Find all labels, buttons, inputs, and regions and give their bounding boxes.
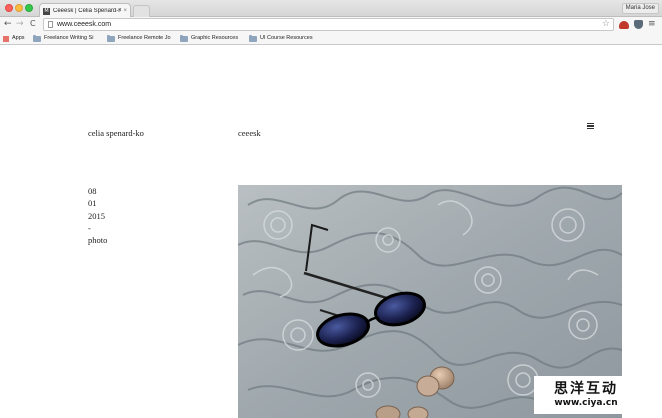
bookmark-ui-course-resources[interactable]: UI Course Resources	[249, 34, 313, 43]
browser-tab-active[interactable]: M Ceeesk | Celia Spenard-Ko ×	[39, 3, 131, 18]
bookmark-label: Freelance Remote Jo	[118, 35, 171, 41]
bookmark-freelance-writing[interactable]: Freelance Writing Si	[33, 34, 93, 43]
bookmark-freelance-remote[interactable]: Freelance Remote Jo	[107, 34, 171, 43]
post-meta: 08 01 2015 - photo	[88, 185, 107, 246]
forward-arrow-icon[interactable]: →	[16, 18, 24, 30]
browser-menu-icon[interactable]: ≡	[648, 19, 656, 29]
bookmark-label: UI Course Resources	[260, 35, 313, 41]
watermark-url: www.ciya.cn	[554, 398, 618, 408]
folder-icon	[180, 34, 188, 42]
watermark: 思洋互动 www.ciya.cn	[534, 376, 638, 414]
watermark-chinese: 思洋互动	[554, 381, 618, 397]
hamburger-menu-icon[interactable]	[587, 123, 594, 129]
site-brand-link[interactable]: ceeesk	[238, 128, 261, 138]
page-icon	[48, 21, 53, 28]
bookmark-label: Freelance Writing Si	[44, 35, 94, 41]
reload-icon[interactable]: C	[30, 18, 36, 30]
bookmark-label: Graphic Resources	[191, 35, 239, 41]
browser-titlebar: M Ceeesk | Celia Spenard-Ko × Maria Jose	[0, 0, 662, 18]
zoom-window-button[interactable]	[25, 4, 33, 12]
post-separator: -	[88, 222, 91, 233]
browser-toolbar: ← → C www.ceeesk.com ☆ ≡	[0, 17, 662, 32]
pocket-icon[interactable]	[634, 20, 643, 29]
minimize-window-button[interactable]	[15, 4, 23, 12]
post-year: 2015	[88, 210, 105, 221]
folder-icon	[33, 34, 41, 42]
address-url: www.ceeesk.com	[57, 21, 112, 28]
tab-close-icon[interactable]: ×	[123, 8, 127, 14]
profile-button[interactable]: Maria Jose	[621, 3, 659, 14]
site-favicon-icon: M	[43, 7, 50, 15]
bookmark-star-icon[interactable]: ☆	[602, 19, 610, 30]
back-arrow-icon[interactable]: ←	[4, 18, 12, 30]
bookmarks-bar: Apps Freelance Writing Si Freelance Remo…	[0, 32, 662, 45]
bookmark-graphic-resources[interactable]: Graphic Resources	[180, 34, 238, 43]
tab-title: Ceeesk | Celia Spenard-Ko	[53, 8, 122, 14]
post-day: 01	[88, 198, 97, 209]
site-author-name[interactable]: celia spenard-ko	[88, 128, 144, 138]
post-category-link[interactable]: photo	[88, 234, 107, 246]
new-tab-button[interactable]	[133, 5, 150, 17]
apps-grid-icon	[3, 35, 9, 42]
close-window-button[interactable]	[5, 4, 13, 12]
post-month: 08	[88, 186, 97, 196]
bookmark-apps[interactable]: Apps	[3, 34, 25, 43]
bookmark-label: Apps	[12, 35, 25, 41]
folder-icon	[249, 34, 257, 42]
folder-icon	[107, 34, 115, 42]
extension-icon[interactable]	[619, 21, 629, 29]
address-bar[interactable]: www.ceeesk.com ☆	[43, 18, 614, 31]
